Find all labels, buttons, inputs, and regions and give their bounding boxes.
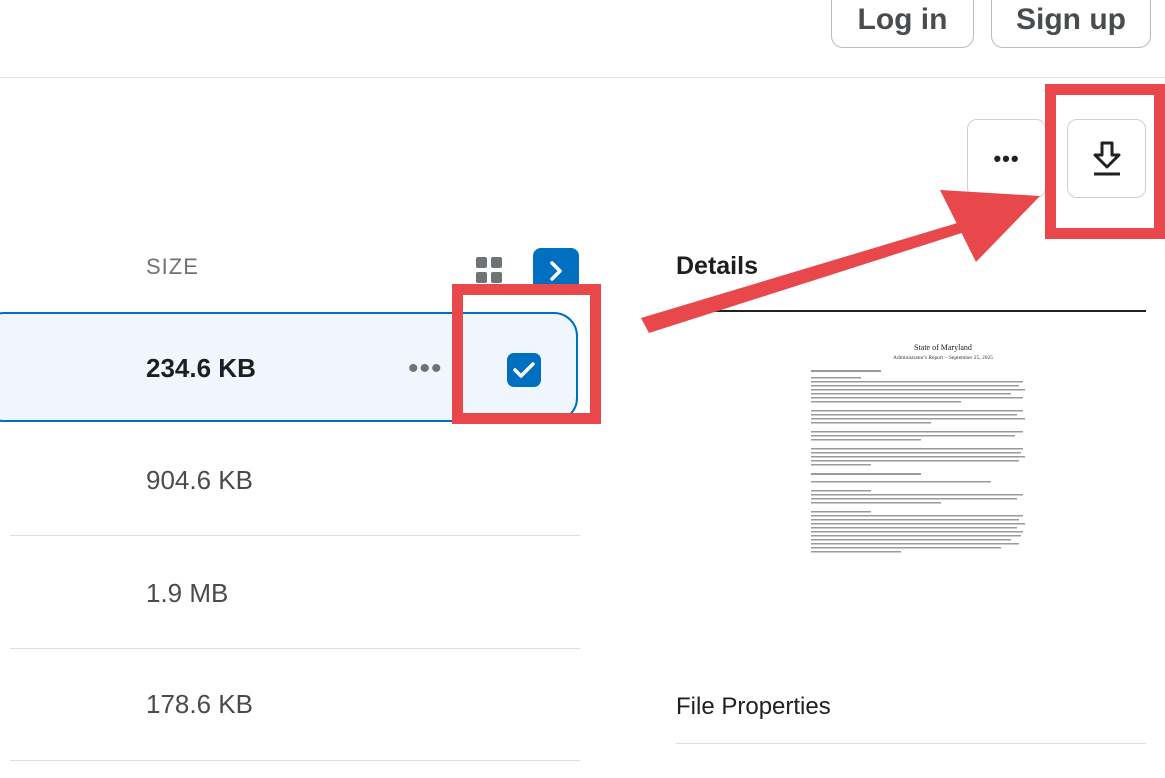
- annotation-arrow: [641, 190, 1040, 333]
